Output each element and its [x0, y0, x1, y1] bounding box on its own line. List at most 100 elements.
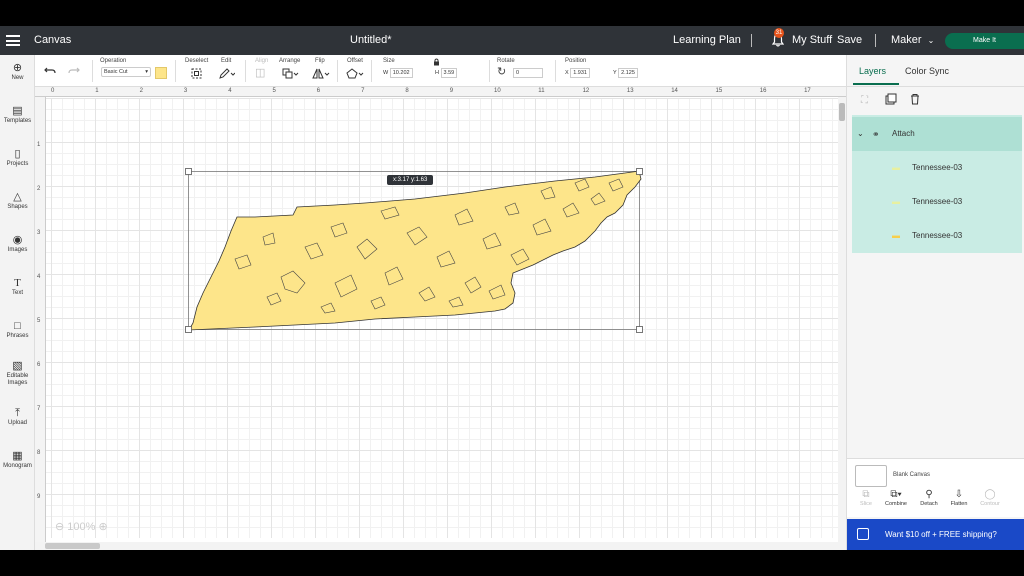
deselect-icon[interactable]: [191, 68, 202, 79]
edit-icon[interactable]: [219, 68, 235, 79]
contour-label: Contour: [980, 501, 1000, 507]
tab-color-sync[interactable]: Color Sync: [905, 66, 949, 76]
plus-circle-icon: ⊕: [12, 62, 23, 74]
divider: [555, 60, 556, 82]
machine-select[interactable]: Maker ⌄: [891, 26, 934, 55]
layer-thumbnail-icon: ▬: [892, 197, 900, 206]
nav-upload[interactable]: ⤒ Upload: [0, 407, 35, 427]
scroll-thumb[interactable]: [45, 543, 100, 549]
nav-label: Projects: [6, 161, 29, 167]
nav-shapes[interactable]: △ Shapes: [0, 191, 35, 211]
left-nav: ⊕ New ▤ Templates ▯ Projects △ Shapes ◉ …: [0, 55, 35, 550]
layer-item[interactable]: ▬ Tennessee-03: [852, 219, 1022, 253]
offset-icon[interactable]: [346, 68, 364, 79]
operation-select[interactable]: Basic Cut ▾: [101, 67, 151, 77]
zoom-out-icon[interactable]: ⊖: [55, 521, 64, 533]
offset-label: Offset: [347, 58, 363, 64]
rotate-value[interactable]: 0: [513, 68, 543, 78]
divider: [371, 60, 372, 82]
flatten-button[interactable]: ⇩ Flatten: [944, 489, 974, 507]
contour-button[interactable]: ◯ Contour: [975, 489, 1005, 507]
save-button[interactable]: Save: [837, 26, 862, 55]
nav-phrases[interactable]: □ Phrases: [0, 320, 35, 340]
x-value[interactable]: 1.931: [570, 68, 590, 78]
nav-projects[interactable]: ▯ Projects: [0, 148, 35, 168]
height-value[interactable]: 3.59: [440, 68, 458, 78]
width-field[interactable]: W 10.202: [383, 68, 413, 78]
lightbulb-icon: ◉: [12, 234, 23, 246]
app-window: Canvas Untitled* Learning Plan 31 My Stu…: [0, 26, 1024, 550]
y-value[interactable]: 2.125: [618, 68, 638, 78]
divider: [489, 60, 490, 82]
detach-button[interactable]: ⚲ Detach: [914, 489, 944, 507]
vertical-scrollbar[interactable]: [838, 97, 846, 550]
menu-icon[interactable]: [6, 35, 20, 46]
zoom-in-icon[interactable]: ⊕: [98, 521, 107, 533]
divider: [337, 60, 338, 82]
layer-item[interactable]: ▬ Tennessee-03: [852, 151, 1022, 185]
coordinates-tooltip: x:3.17 y:1.63: [387, 175, 434, 185]
nav-editable-images[interactable]: ▧ Editable Images: [0, 360, 35, 387]
machine-label: Maker: [891, 34, 922, 46]
x-field[interactable]: X 1.931: [565, 68, 590, 78]
tab-layers[interactable]: Layers: [859, 66, 886, 76]
duplicate-icon[interactable]: [885, 93, 897, 105]
nav-templates[interactable]: ▤ Templates: [0, 105, 35, 125]
app-section-title: Canvas: [34, 34, 72, 46]
lock-icon[interactable]: [433, 58, 440, 66]
monogram-icon: ▦: [12, 450, 23, 462]
editable-image-icon: ▧: [12, 360, 23, 372]
height-label: H: [435, 70, 439, 76]
layer-label: Tennessee-03: [912, 231, 963, 240]
divider: [245, 60, 246, 82]
chevron-down-icon: ⌄: [927, 36, 935, 45]
rotate-field[interactable]: 0: [513, 68, 543, 78]
shirt-icon: ▤: [12, 105, 23, 117]
tennessee-shape[interactable]: [188, 170, 642, 331]
combine-button[interactable]: ⧉▾ Combine: [881, 489, 911, 507]
promo-banner[interactable]: Want $10 off + FREE shipping?: [847, 519, 1024, 550]
my-stuff-link[interactable]: My Stuff: [792, 26, 832, 55]
document-title[interactable]: Untitled*: [350, 26, 392, 55]
flip-icon[interactable]: [312, 68, 330, 79]
nav-label: Templates: [3, 118, 32, 124]
resize-handle-bl: [185, 326, 192, 333]
clipboard-icon: ▯: [14, 148, 21, 160]
size-group: Size: [383, 58, 395, 64]
group-icon[interactable]: ⛶: [861, 95, 868, 106]
nav-images[interactable]: ◉ Images: [0, 234, 35, 254]
width-value[interactable]: 10.202: [389, 68, 413, 78]
operation-color-swatch[interactable]: [155, 67, 167, 79]
make-it-button[interactable]: Make It: [945, 33, 1024, 49]
nav-text[interactable]: T Text: [0, 277, 35, 297]
layer-item[interactable]: ▬ Tennessee-03: [852, 185, 1022, 219]
nav-monogram[interactable]: ▦ Monogram: [0, 450, 35, 470]
trash-icon[interactable]: [909, 93, 921, 105]
attach-icon: ⚭: [872, 129, 880, 139]
nav-label: Editable: [6, 373, 29, 379]
divider: [751, 34, 752, 47]
caret-down-icon: ▾: [145, 69, 148, 75]
layer-group-attach[interactable]: ⌄ ⚭ Attach: [852, 117, 1022, 151]
scroll-thumb[interactable]: [839, 103, 845, 121]
align-group: Align: [255, 58, 268, 64]
nav-label: New: [11, 75, 24, 81]
undo-icon[interactable]: [44, 64, 56, 76]
nav-label: Upload: [7, 420, 27, 426]
nav-new[interactable]: ⊕ New: [0, 62, 35, 82]
height-field[interactable]: H 3.59: [435, 68, 458, 78]
nav-label: Phrases: [6, 333, 29, 339]
horizontal-scrollbar[interactable]: [35, 542, 838, 550]
align-icon[interactable]: ◫: [255, 66, 265, 79]
align-label: Align: [255, 58, 269, 64]
y-field[interactable]: Y 2.125: [613, 68, 638, 78]
chevron-down-icon[interactable]: ⌄: [857, 117, 864, 151]
design-canvas[interactable]: 0 1 2 3 4 5 6 7 8 9 10 11 12 13 14 15 16 17 123456789: [35, 87, 846, 550]
slice-icon: ⧉: [862, 489, 870, 500]
x-label: X: [565, 70, 569, 76]
learning-plan-link[interactable]: Learning Plan: [673, 26, 741, 55]
slice-button[interactable]: ⧉ Slice: [851, 489, 881, 507]
flatten-icon: ⇩: [954, 489, 964, 500]
arrange-icon[interactable]: [282, 68, 300, 79]
redo-icon[interactable]: [68, 64, 80, 76]
